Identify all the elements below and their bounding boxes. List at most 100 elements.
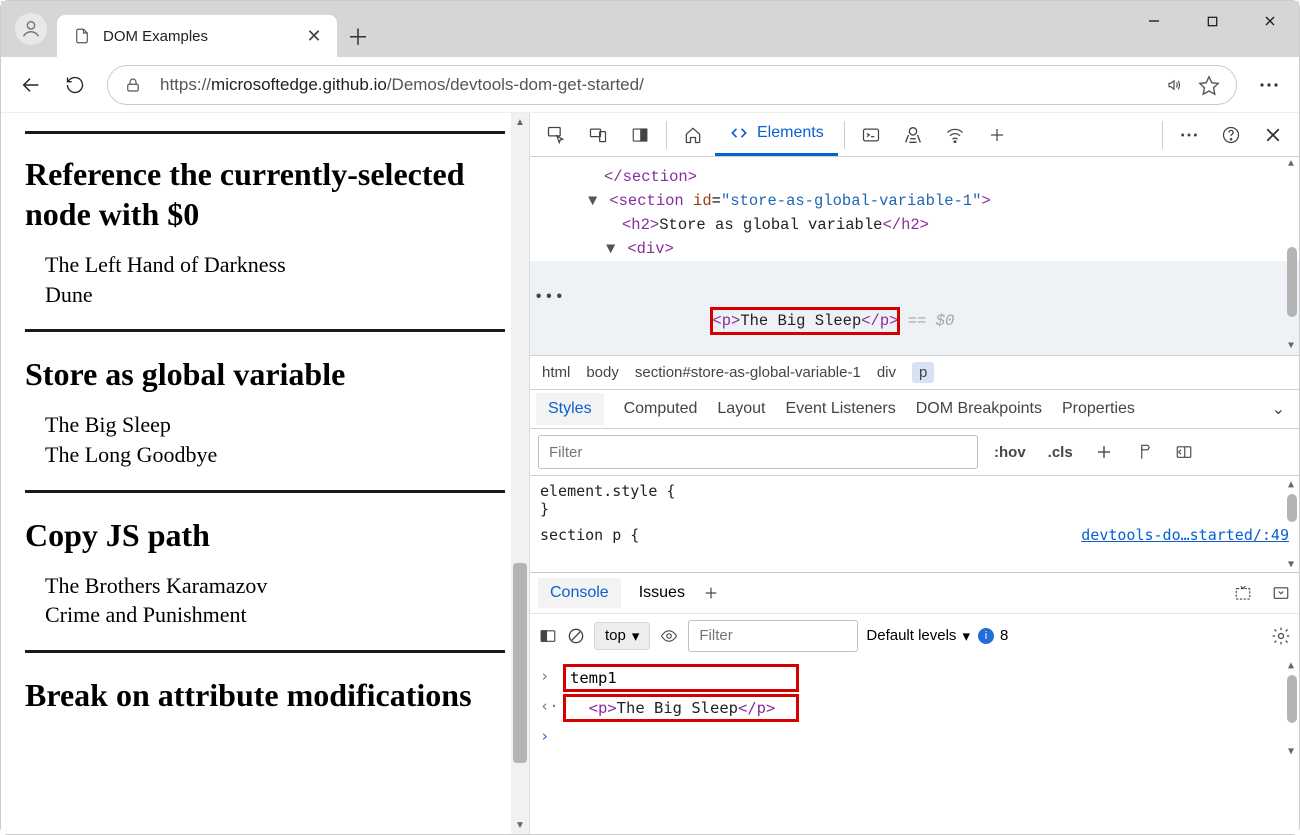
page-icon bbox=[73, 27, 91, 45]
list-item[interactable]: The Left Hand of Darkness bbox=[45, 250, 505, 280]
profile-button[interactable] bbox=[15, 13, 47, 45]
tree-scrollbar[interactable]: ▲▼ bbox=[1283, 157, 1299, 355]
dom-node[interactable]: <h2>Store as global variable</h2> bbox=[530, 213, 1299, 237]
dom-node[interactable]: </section> bbox=[530, 165, 1299, 189]
clear-console-button[interactable] bbox=[566, 626, 586, 646]
crumb[interactable]: html bbox=[542, 364, 570, 381]
crumb[interactable]: body bbox=[586, 364, 619, 381]
crumb[interactable]: section#store-as-global-variable-1 bbox=[635, 364, 861, 381]
console-sidebar-button[interactable] bbox=[538, 627, 558, 645]
url-text: https://microsoftedge.github.io/Demos/de… bbox=[160, 75, 1164, 95]
crumb[interactable]: div bbox=[877, 364, 896, 381]
dock-side-button[interactable] bbox=[620, 116, 660, 154]
highlight-box: <p>The Big Sleep</p> bbox=[566, 697, 796, 719]
list-item[interactable]: Dune bbox=[45, 280, 505, 310]
crumb[interactable]: p bbox=[912, 362, 934, 383]
divider bbox=[25, 650, 505, 653]
console-filter-input[interactable] bbox=[688, 620, 858, 652]
devtools-settings-button[interactable] bbox=[1169, 116, 1209, 154]
browser-tab[interactable]: DOM Examples ✕ bbox=[57, 15, 337, 57]
tab-event-listeners[interactable]: Event Listeners bbox=[785, 400, 895, 418]
tab-close-button[interactable]: ✕ bbox=[305, 26, 323, 47]
list-item[interactable]: The Long Goodbye bbox=[45, 440, 505, 470]
dom-tree[interactable]: </section> ▼ <section id="store-as-globa… bbox=[530, 157, 1299, 355]
browser-titlebar: DOM Examples ✕ ＋ bbox=[1, 1, 1299, 57]
prompt-icon: › bbox=[540, 727, 556, 745]
address-bar[interactable]: https://microsoftedge.github.io/Demos/de… bbox=[107, 65, 1237, 105]
maximize-button[interactable] bbox=[1183, 1, 1241, 41]
back-button[interactable] bbox=[9, 63, 53, 107]
tab-dom-breakpoints[interactable]: DOM Breakpoints bbox=[916, 400, 1042, 418]
refresh-button[interactable] bbox=[53, 63, 97, 107]
sources-shortcut[interactable] bbox=[893, 116, 933, 154]
log-levels-selector[interactable]: Default levels ▾ bbox=[866, 627, 970, 645]
cls-button[interactable]: .cls bbox=[1042, 440, 1079, 465]
style-rule[interactable]: element.style { bbox=[540, 482, 1289, 500]
console-settings-button[interactable] bbox=[1271, 626, 1291, 646]
style-rule[interactable]: } bbox=[540, 500, 1289, 518]
hov-button[interactable]: :hov bbox=[988, 440, 1032, 465]
favorite-button[interactable] bbox=[1198, 74, 1220, 96]
console-line[interactable]: ‹· <p>The Big Sleep</p> bbox=[540, 693, 1289, 723]
elements-tab[interactable]: Elements bbox=[715, 114, 838, 156]
drawer-tab-console[interactable]: Console bbox=[538, 578, 621, 608]
more-actions-icon[interactable]: ••• bbox=[534, 285, 565, 309]
expand-drawer-button[interactable] bbox=[1233, 584, 1253, 602]
drawer-tabs: Console Issues bbox=[530, 573, 1299, 613]
close-devtools-button[interactable] bbox=[1253, 116, 1293, 154]
live-expression-button[interactable] bbox=[658, 627, 680, 645]
main-split: Reference the currently-selected node wi… bbox=[1, 113, 1299, 834]
help-button[interactable] bbox=[1211, 116, 1251, 154]
chevron-down-icon[interactable]: ⌄ bbox=[1272, 399, 1293, 419]
more-tabs-button[interactable] bbox=[977, 116, 1017, 154]
console-line[interactable]: › temp1 bbox=[540, 663, 1289, 693]
console-scrollbar[interactable]: ▲▼ bbox=[1283, 657, 1299, 759]
tab-properties[interactable]: Properties bbox=[1062, 400, 1135, 418]
inspect-element-button[interactable] bbox=[536, 116, 576, 154]
browser-toolbar: https://microsoftedge.github.io/Demos/de… bbox=[1, 57, 1299, 113]
site-info-button[interactable] bbox=[124, 76, 142, 94]
list-item[interactable]: The Brothers Karamazov bbox=[45, 571, 505, 601]
network-shortcut[interactable] bbox=[935, 116, 975, 154]
styles-scrollbar[interactable]: ▲▼ bbox=[1283, 476, 1299, 572]
close-window-button[interactable] bbox=[1241, 1, 1299, 41]
welcome-tab[interactable] bbox=[673, 116, 713, 154]
page-content: Reference the currently-selected node wi… bbox=[1, 113, 529, 834]
settings-menu-button[interactable] bbox=[1247, 63, 1291, 107]
minimize-button[interactable] bbox=[1125, 1, 1183, 41]
console-shortcut[interactable] bbox=[851, 116, 891, 154]
read-aloud-button[interactable] bbox=[1164, 75, 1184, 95]
new-tab-button[interactable]: ＋ bbox=[337, 15, 379, 57]
dom-node-selected[interactable]: ••• <p>The Big Sleep</p> == $0 bbox=[530, 261, 1299, 355]
drawer-tab-issues[interactable]: Issues bbox=[639, 584, 685, 602]
styles-filter-input[interactable] bbox=[538, 435, 978, 469]
styles-toolbar: :hov .cls bbox=[530, 429, 1299, 476]
source-link[interactable]: devtools-do…started/:49 bbox=[1081, 526, 1289, 544]
info-icon: i bbox=[978, 628, 994, 644]
issues-count[interactable]: i8 bbox=[978, 627, 1008, 644]
result-icon: ‹· bbox=[540, 697, 556, 715]
styles-rules[interactable]: element.style { } devtools-do…started/:4… bbox=[530, 476, 1299, 572]
tab-layout[interactable]: Layout bbox=[717, 400, 765, 418]
page-scrollbar[interactable]: ▲ ▼ bbox=[511, 113, 529, 834]
copy-styles-button[interactable] bbox=[1129, 439, 1159, 465]
dom-node[interactable]: ▼ <section id="store-as-global-variable-… bbox=[530, 189, 1299, 213]
dom-node[interactable]: ▼ <div> bbox=[530, 237, 1299, 261]
dock-drawer-button[interactable] bbox=[1271, 584, 1291, 602]
tab-computed[interactable]: Computed bbox=[624, 400, 698, 418]
devtools-toolbar: Elements bbox=[530, 113, 1299, 157]
new-style-rule-button[interactable] bbox=[1089, 439, 1119, 465]
list-item[interactable]: Crime and Punishment bbox=[45, 600, 505, 630]
section-heading: Store as global variable bbox=[25, 354, 505, 394]
list-item[interactable]: The Big Sleep bbox=[45, 410, 505, 440]
style-rule[interactable]: devtools-do…started/:49section p { bbox=[540, 526, 1289, 544]
context-selector[interactable]: top ▾ bbox=[594, 622, 650, 650]
toggle-sidebar-button[interactable] bbox=[1169, 439, 1199, 465]
console-prompt[interactable]: › bbox=[540, 723, 1289, 749]
console-output[interactable]: › temp1 ‹· <p>The Big Sleep</p> › ▲▼ bbox=[530, 657, 1299, 759]
more-tools-button[interactable] bbox=[703, 585, 719, 601]
device-toolbar-button[interactable] bbox=[578, 116, 618, 154]
tab-styles[interactable]: Styles bbox=[536, 393, 604, 425]
highlight-box: temp1 bbox=[566, 667, 796, 689]
prompt-icon: › bbox=[540, 667, 556, 685]
